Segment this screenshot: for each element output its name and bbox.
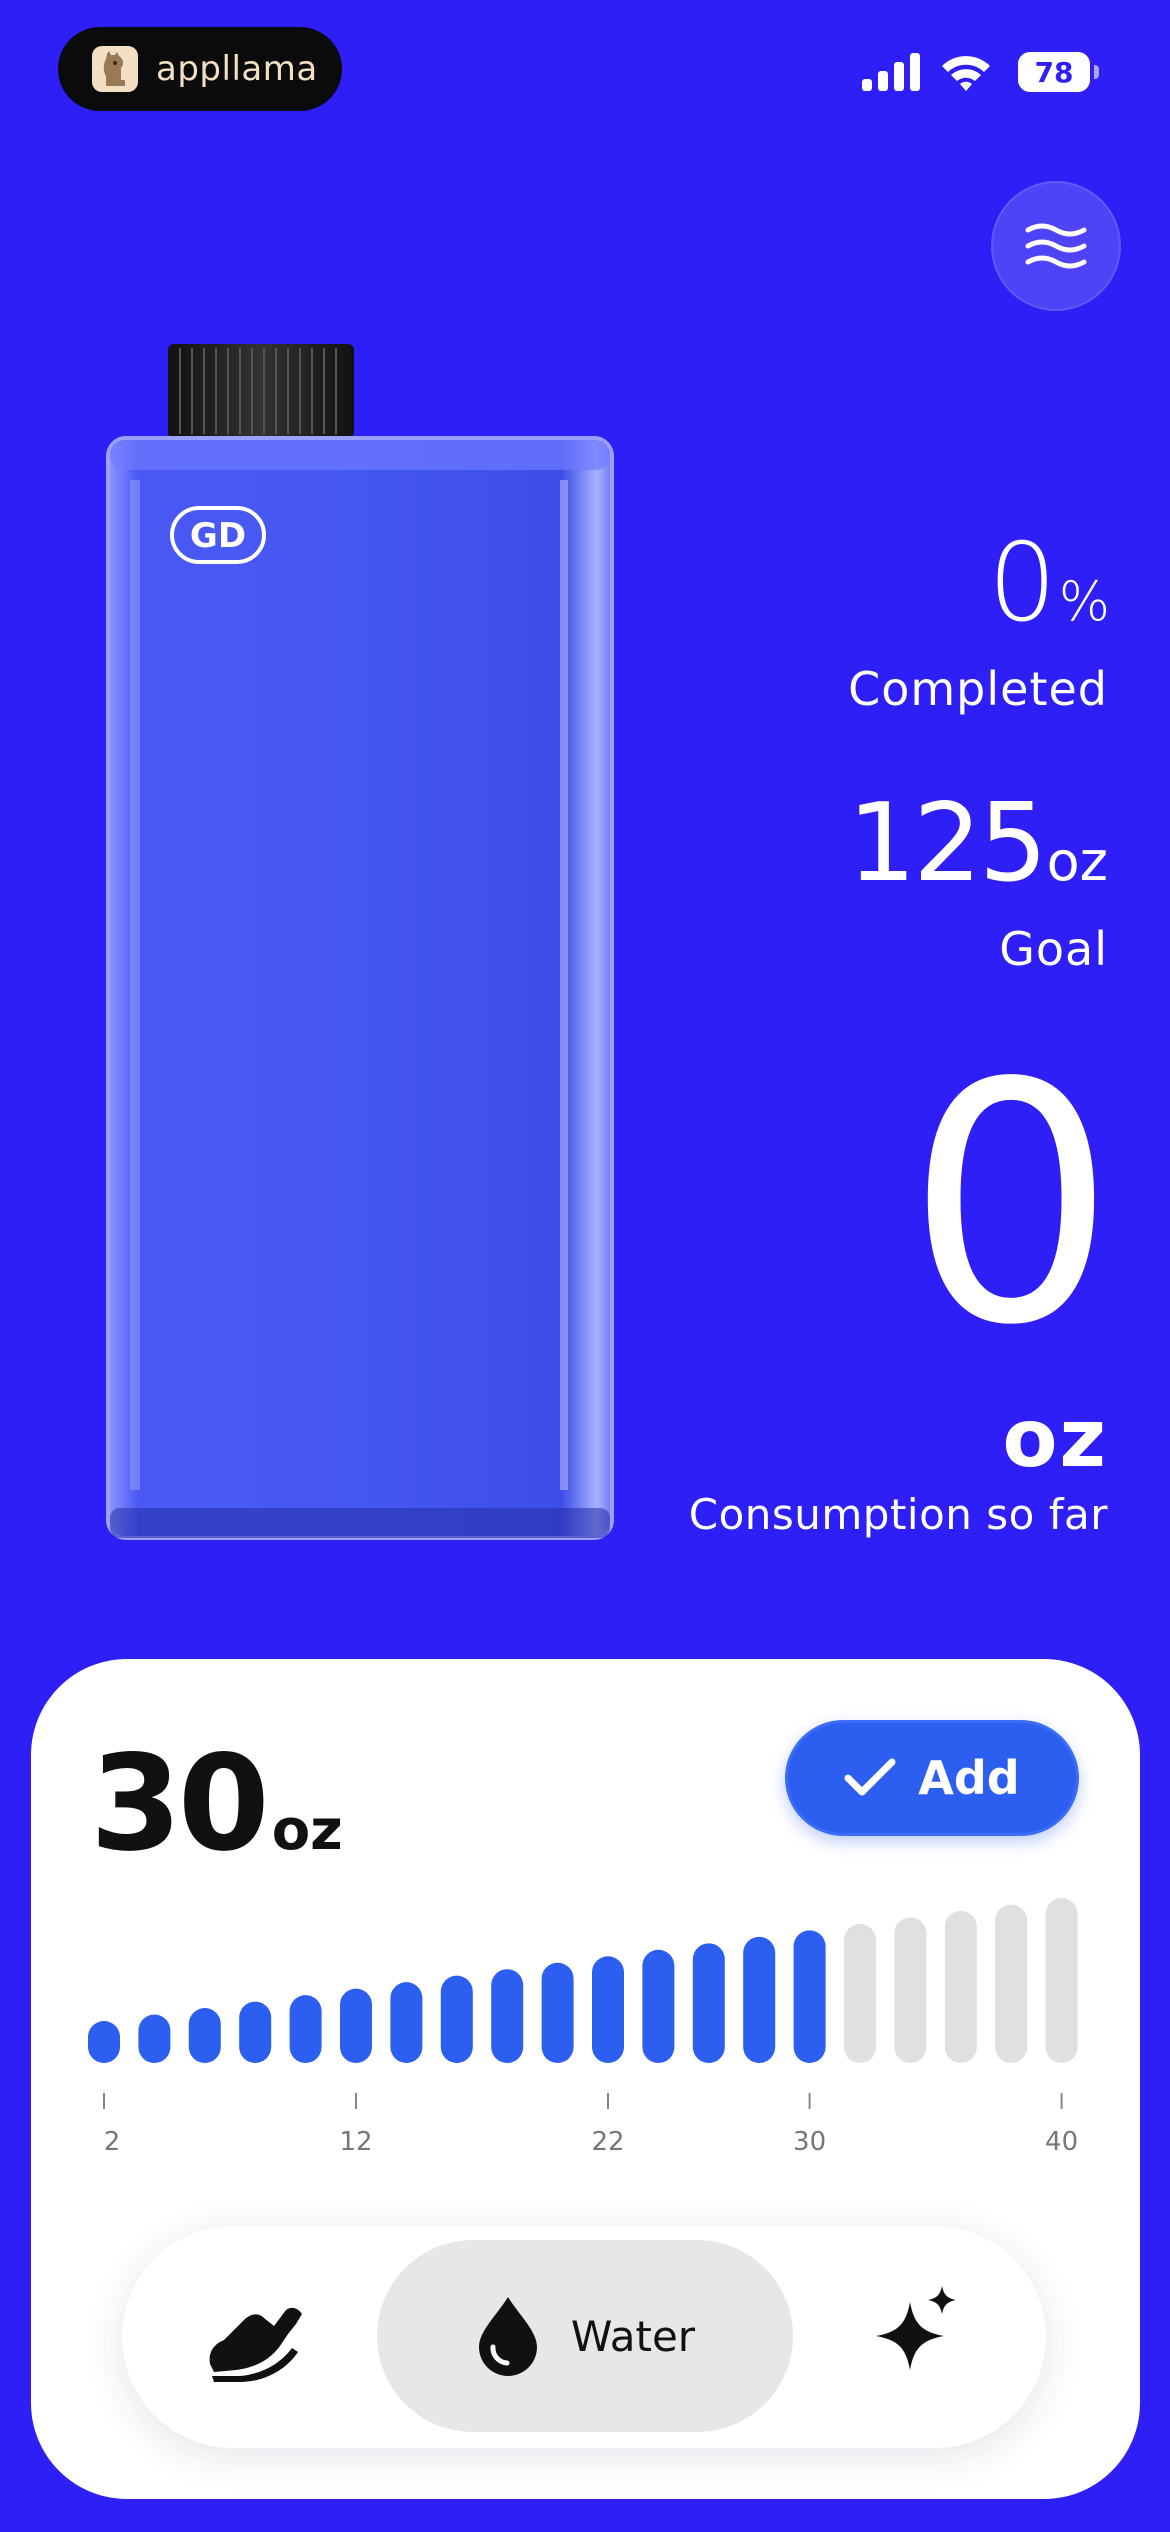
slider-bar[interactable]	[138, 2014, 171, 2063]
waves-icon	[1025, 223, 1087, 269]
slider-bar[interactable]	[440, 1975, 473, 2063]
status-icons: 78	[862, 52, 1099, 92]
slider-bar[interactable]	[995, 1904, 1028, 2063]
tab-water[interactable]: Water	[377, 2240, 793, 2432]
slider-bar[interactable]	[541, 1962, 574, 2063]
tab-water-label: Water	[570, 2311, 696, 2361]
slider-bar[interactable]	[289, 1995, 322, 2063]
slider-bar[interactable]	[692, 1943, 725, 2063]
amount-slider[interactable]: 2 12 22 30 40	[88, 1895, 1084, 2157]
shoe-icon	[209, 2307, 302, 2382]
consumption-unit: oz	[1002, 1392, 1108, 1485]
slider-bar[interactable]	[188, 2008, 221, 2063]
wifi-icon	[942, 56, 990, 91]
slider-tick-label: 2	[103, 2127, 121, 2157]
slider-bar[interactable]	[491, 1969, 524, 2063]
slider-bar[interactable]	[944, 1910, 977, 2063]
sparkle-icon	[876, 2286, 956, 2370]
slider-tick-label: 30	[793, 2127, 827, 2157]
add-button[interactable]: Add	[785, 1720, 1079, 1836]
completed-label: Completed	[848, 662, 1108, 716]
selected-amount: 30 oz	[90, 1738, 343, 1870]
slider-bars	[88, 1898, 1078, 2109]
add-button-label: Add	[918, 1751, 1020, 1805]
brand-name: appllama	[156, 49, 318, 89]
slider-bar[interactable]	[239, 2001, 272, 2063]
slider-bar[interactable]	[844, 1923, 876, 2063]
goal-unit: oz	[1046, 830, 1108, 893]
slider-bar[interactable]	[340, 1988, 372, 2063]
menu-button[interactable]	[991, 181, 1121, 311]
amount-value: 30	[90, 1727, 270, 1881]
goal-amount: 125oz	[847, 790, 1108, 898]
slider-bar[interactable]	[793, 1930, 826, 2063]
tab-activity[interactable]	[200, 2290, 310, 2390]
slider-tick-label: 40	[1045, 2127, 1079, 2157]
slider-bar[interactable]	[894, 1917, 927, 2063]
water-drop-icon	[478, 2297, 537, 2376]
completed-value: 0	[987, 521, 1057, 646]
slider-tick-label: 12	[339, 2127, 373, 2157]
slider-tick-label: 22	[591, 2127, 625, 2157]
battery-icon: 78	[1018, 52, 1099, 92]
water-bottle: GD	[106, 344, 614, 1540]
signal-icon	[862, 53, 920, 91]
completed-percentage: 0%	[988, 530, 1110, 638]
brand-pill: appllama	[58, 27, 342, 111]
slider-bar[interactable]	[592, 1956, 624, 2063]
goal-value: 125	[847, 781, 1047, 906]
checkmark-icon	[844, 1758, 896, 1796]
consumption-value: 0	[906, 1013, 1116, 1397]
amount-unit: oz	[271, 1798, 343, 1863]
slider-bar[interactable]	[390, 1982, 423, 2063]
slider-bar[interactable]	[743, 1936, 776, 2063]
bottle-badge-text: GD	[190, 516, 246, 556]
consumption-label: Consumption so far	[688, 1490, 1108, 1539]
goal-label: Goal	[999, 922, 1108, 976]
completed-unit: %	[1058, 570, 1110, 633]
slider-bar[interactable]	[1045, 1898, 1078, 2063]
llama-logo-icon	[92, 46, 138, 92]
slider-bar[interactable]	[642, 1949, 675, 2063]
tab-ai[interactable]	[872, 2280, 962, 2380]
slider-bar[interactable]	[88, 2021, 120, 2063]
